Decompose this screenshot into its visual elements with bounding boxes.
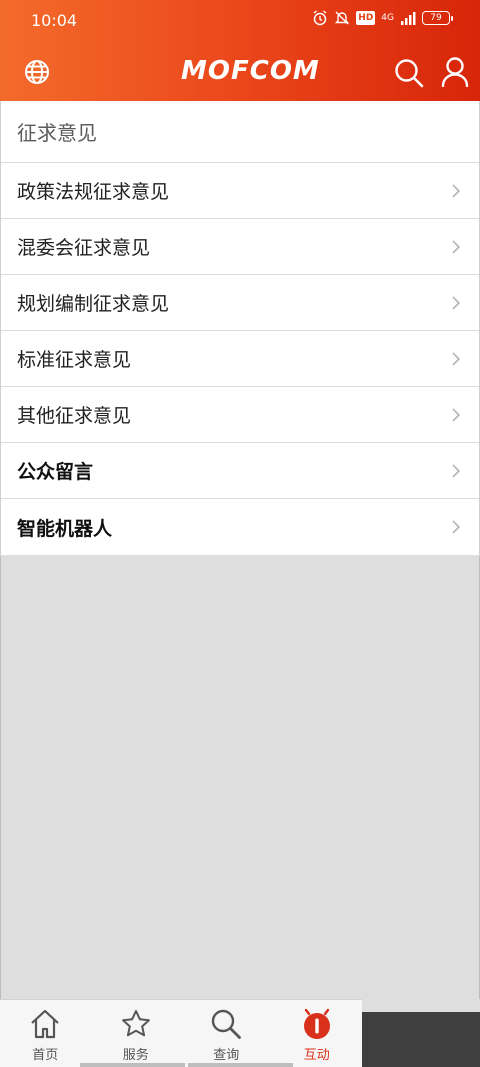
chevron-right-icon [452,183,461,198]
tab-query[interactable]: 查询 [181,1000,272,1064]
content-border-left [0,556,1,999]
list-item-label: 智能机器人 [17,517,113,540]
tab-label: 互动 [303,1048,330,1063]
status-icons: HD 4G 79 [312,10,453,26]
tab-indicator [80,1063,185,1067]
list-item-label: 政策法规征求意见 [17,181,170,203]
tab-interaction[interactable]: 互动 [272,1000,363,1064]
menu-list: 征求意见 政策法规征求意见 混委会征求意见 规划编制征求意见 标准征求意见 其他… [0,101,480,555]
home-icon [31,1009,59,1039]
search-icon[interactable] [394,58,424,88]
status-bar: 10:04 HD 4G 79 [0,0,480,42]
interaction-icon [303,1008,330,1039]
list-item[interactable]: 标准征求意见 [1,331,479,387]
alarm-icon [313,10,327,26]
tab-label: 服务 [122,1048,149,1063]
list-item[interactable]: 规划编制征求意见 [1,275,479,331]
list-item[interactable]: 智能机器人 [1,499,479,555]
chevron-right-icon [452,239,461,254]
list-item[interactable]: 其他征求意见 [1,387,479,443]
battery-indicator: 79 [422,11,453,25]
list-item-label: 标准征求意见 [17,349,132,371]
tab-service[interactable]: 服务 [91,1000,182,1064]
bottom-tab-bar: 首页 服务 查询 互动 [0,999,362,1067]
user-icon[interactable] [441,57,469,87]
search-icon [212,1009,242,1039]
list-item-label: 公众留言 [17,461,94,483]
chevron-right-icon [452,295,461,310]
star-icon [121,1010,150,1037]
tab-label: 查询 [213,1048,240,1063]
tab-home[interactable]: 首页 [0,1000,91,1064]
mofcom-logo: MOFCOM [181,56,320,86]
signal-icon [401,12,416,25]
section-title: 征求意见 [1,101,479,163]
list-item-label: 其他征求意见 [17,405,132,427]
chevron-right-icon [452,520,461,534]
chevron-right-icon [452,407,461,422]
tab-label: 首页 [32,1048,59,1063]
hd-badge: HD [356,11,376,25]
list-item[interactable]: 混委会征求意见 [1,219,479,275]
list-item[interactable]: 政策法规征求意见 [1,163,479,219]
globe-icon[interactable] [24,59,50,85]
list-item-label: 规划编制征求意见 [17,293,170,315]
overlay-block [362,1012,480,1067]
list-item[interactable]: 公众留言 [1,443,479,499]
tab-indicator [188,1063,293,1067]
status-time: 10:04 [31,11,78,30]
app-header: 10:04 HD 4G 79 MOFCOM [0,0,480,101]
mute-icon [335,11,350,25]
list-item-label: 混委会征求意见 [17,237,151,259]
chevron-right-icon [452,463,461,478]
network-type: 4G [381,13,394,23]
chevron-right-icon [452,351,461,366]
